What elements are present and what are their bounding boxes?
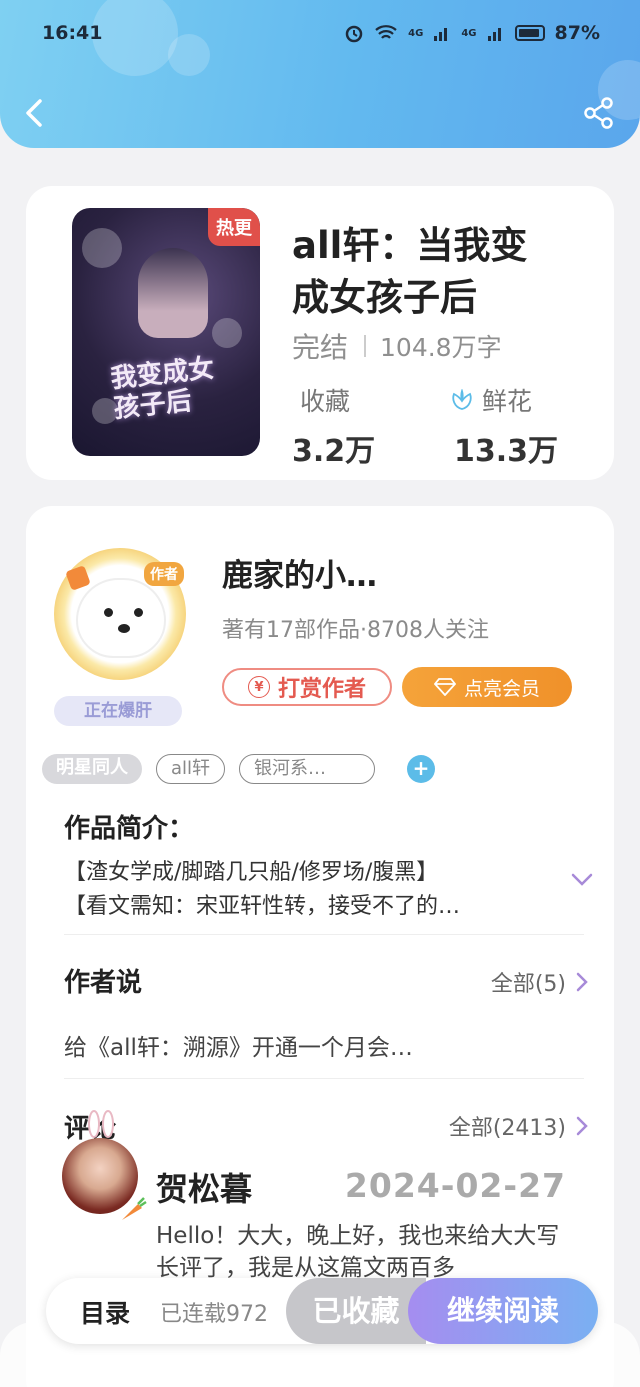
battery-percent: 87% [554,22,600,44]
commenter-name[interactable]: 贺松暮 [156,1164,252,1210]
book-title-line-1: all轩：当我变 [292,224,528,267]
chevron-right-icon [576,1116,588,1136]
intro-title: 作品简介： [64,814,195,844]
hot-badge: 热更 [208,208,260,246]
author-tag: 作者 [144,562,184,586]
cover-figure [138,248,208,338]
bunny-ears-icon [88,1110,114,1138]
author-says-more-link[interactable]: 全部(5) [491,966,588,998]
author-info: 著有17部作品·8708人关注 [222,618,489,643]
divider [64,934,584,935]
author-avatar[interactable]: 作者 [54,548,186,680]
tag-item[interactable]: 明星同人 [42,754,142,784]
author-says-title: 作者说 [64,968,143,998]
diamond-icon [433,678,456,696]
add-tag-button[interactable]: + [407,755,436,783]
book-status: 完结 [292,331,349,364]
meta-separator [364,335,367,357]
author-says-text[interactable]: 给《all轩：溯源》开通一个月会… [64,1028,413,1062]
cover-title-art: 我变成女孩子后 [109,353,216,425]
wifi-icon [375,25,397,39]
chevron-down-icon[interactable] [570,872,594,888]
signal-label-2: 4G [461,27,477,39]
favorites-label: 收藏 [300,387,351,416]
collected-button[interactable]: 已收藏 [286,1278,426,1344]
vip-button[interactable]: 点亮会员 [402,667,572,707]
vip-button-label: 点亮会员 [463,677,540,700]
comments-more-label: 全部(2413) [448,1116,566,1141]
word-count: 104.8万字 [380,333,502,362]
author-name[interactable]: 鹿家的小… [222,550,377,595]
flower-icon [452,389,472,410]
book-title-line-2: 成女孩子后 [292,276,477,319]
book-meta: 完结 104.8万字 [292,326,502,366]
signal-icon [434,28,448,41]
tip-author-label: 打赏作者 [277,677,366,702]
tag-list: 明星同人 all轩 银河系… + [42,754,436,784]
comments-more-link[interactable]: 全部(2413) [449,1110,588,1142]
bottom-action-bar: 目录 已连载972 已收藏 继续阅读 [46,1278,598,1344]
divider [64,1078,584,1079]
intro-line: 【渣女学成/脚踏几只船/修罗场/腹黑】 [64,860,439,885]
flowers-label-wrap: 鲜花 [450,382,532,418]
status-badge: 正在爆肝 [54,696,182,726]
book-cover[interactable]: 我变成女孩子后 热更 [72,208,260,456]
book-info-card: 我变成女孩子后 热更 all轩：当我变 成女孩子后 完结 104.8万字 收藏 … [26,186,614,480]
signal-label-1: 4G [408,27,424,39]
comment-date: 2024-02-27 [344,1166,566,1205]
favorites-value: 3.2万 [292,434,376,469]
signal-icon [487,28,501,41]
alarm-icon [345,25,363,43]
author-says-more-label: 全部(5) [490,972,566,997]
intro-text[interactable]: 【渣女学成/脚踏几只船/修罗场/腹黑】 【看文需知：宋亚轩性转，接受不了的… [64,856,544,924]
flowers-label: 鲜花 [482,387,533,416]
cover-orb [82,228,122,268]
comment-text[interactable]: Hello！大大，晚上好，我也来给大大写长评了，我是从这篇文两百多 [156,1220,576,1284]
dog-avatar-icon [76,578,166,658]
status-bar: 16:41 4G 4G 87% [0,18,640,54]
yen-icon: ¥ [247,676,270,698]
detail-card: 作者 正在爆肝 鹿家的小… 著有17部作品·8708人关注 ¥ 打赏作者 点亮会… [26,506,614,1387]
battery-icon [514,25,545,41]
continue-reading-button[interactable]: 继续阅读 [408,1278,598,1344]
carrot-icon [122,1197,147,1220]
top-header: 16:41 4G 4G 87% [0,0,640,148]
tip-author-button[interactable]: ¥ 打赏作者 [222,668,392,706]
tag-item[interactable]: 银河系… [239,754,376,784]
intro-line: 【看文需知：宋亚轩性转，接受不了的… [64,894,461,919]
back-arrow-icon[interactable] [22,98,48,128]
book-title: all轩：当我变 成女孩子后 [292,220,592,324]
chevron-right-icon [576,972,588,992]
serial-status[interactable]: 已连载972 [160,1296,300,1328]
tag-item[interactable]: all轩 [156,754,226,784]
status-icons: 4G 4G 87% [344,22,600,44]
flowers-value: 13.3万 [454,434,559,469]
toc-button[interactable]: 目录 [80,1294,130,1330]
status-time: 16:41 [42,22,103,44]
dog-nose [118,624,130,633]
dog-eye [134,608,143,617]
share-icon[interactable] [582,96,616,130]
dog-eye [104,608,113,617]
cover-orb [212,318,242,348]
